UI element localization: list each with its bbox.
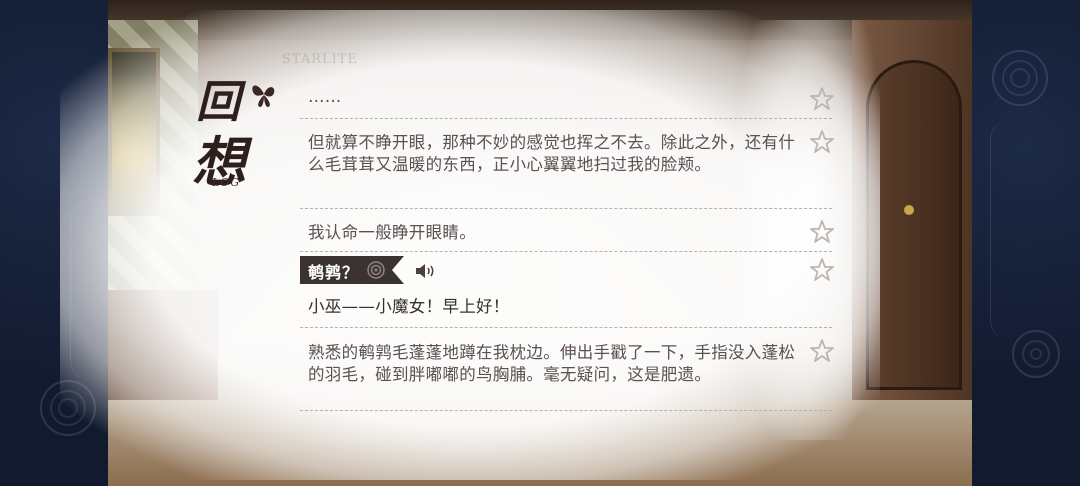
log-entry-text: 我认命一般睁开眼睛。 <box>308 223 476 242</box>
wooden-door <box>866 60 962 390</box>
log-entry-text: 但就算不睁开眼，那种不妙的感觉也挥之不去。除此之外，还有什么毛茸茸又温暖的东西，… <box>308 133 796 174</box>
title-subtitle: LOG <box>212 176 241 189</box>
background-logo-text: STARLITE <box>282 52 358 67</box>
door-knob <box>904 205 914 215</box>
vine-ornament <box>990 120 1030 340</box>
log-entry-text: 熟悉的鹌鹑毛蓬蓬地蹲在我枕边。伸出手戳了一下，手指没入蓬松的羽毛，碰到胖嘟嘟的鸟… <box>308 343 796 384</box>
entry-divider <box>300 410 832 411</box>
entry-divider <box>300 118 832 119</box>
right-side-panel <box>972 0 1080 486</box>
star-outline-icon[interactable] <box>808 256 836 284</box>
entry-divider <box>300 327 832 328</box>
star-outline-icon[interactable] <box>808 85 836 113</box>
log-title: 回 想 LOG <box>162 66 280 196</box>
dialogue-line: 小巫——小魔女！早上好！ <box>308 297 510 316</box>
log-entry-text: …… <box>308 87 342 106</box>
speaker-tag: 鹌鹑？ <box>300 256 404 284</box>
rose-icon <box>367 261 385 279</box>
entry-divider <box>300 251 832 252</box>
entry-divider <box>300 208 832 209</box>
star-outline-icon[interactable] <box>808 218 836 246</box>
speaker-icon[interactable] <box>414 262 438 280</box>
speaker-name: 鹌鹑？ <box>308 263 360 282</box>
star-outline-icon[interactable] <box>808 337 836 365</box>
butterfly-icon <box>252 85 275 107</box>
star-outline-icon[interactable] <box>808 128 836 156</box>
rose-ornament <box>992 50 1048 106</box>
